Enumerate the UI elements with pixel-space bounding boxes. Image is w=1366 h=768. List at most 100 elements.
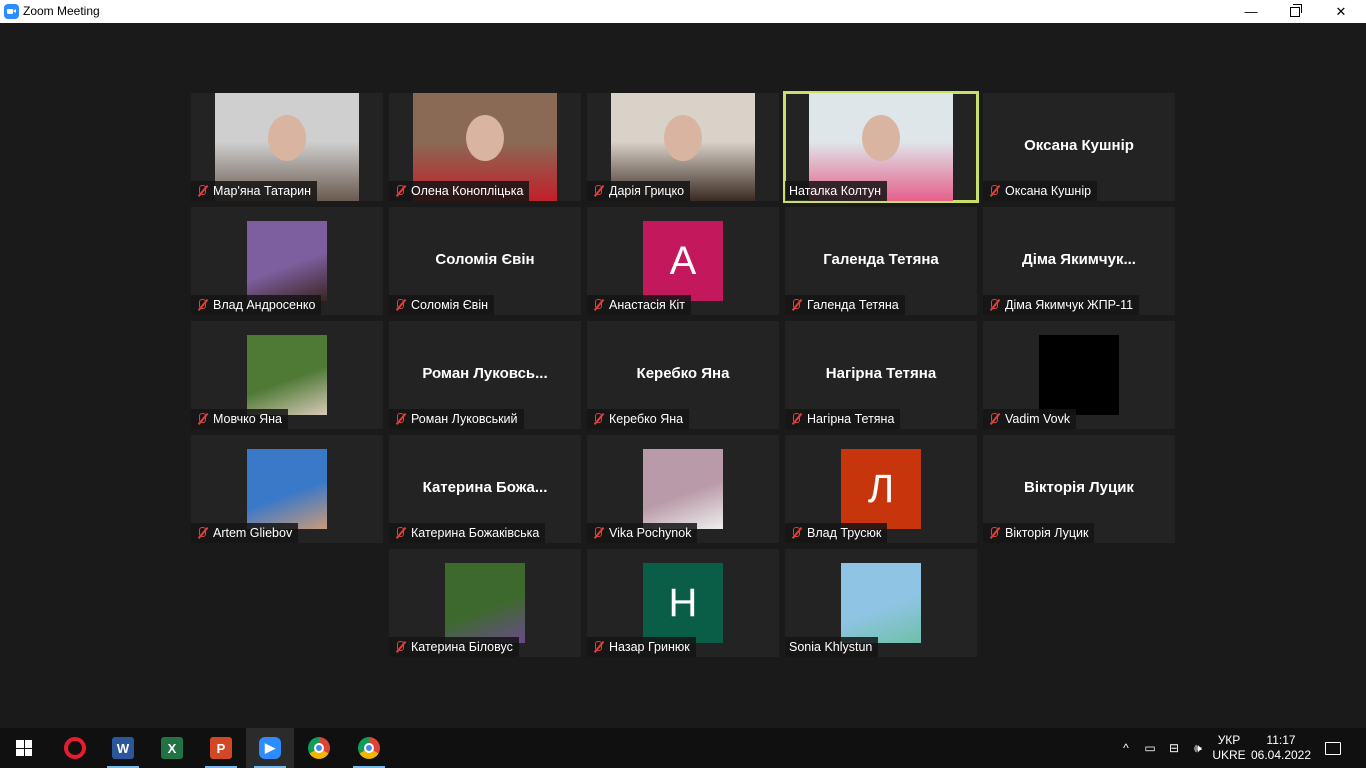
participant-name-label: Дарія Грицко [587, 181, 691, 201]
participant-display-name: Вікторія Луцик [1024, 479, 1134, 496]
participant-display-name: Керебко Яна [636, 365, 730, 382]
muted-mic-icon [591, 526, 605, 540]
participant-name-label: Анастасія Кіт [587, 295, 692, 315]
muted-mic-icon [987, 526, 1001, 540]
participant-name-label: Мар'яна Татарин [191, 181, 318, 201]
gallery-view: Мар'яна Татарин Олена Конопліцька Дарія Гр… [0, 23, 1366, 728]
clock[interactable]: 11:17 06.04.2022 [1250, 728, 1312, 768]
restore-icon [1290, 3, 1302, 17]
title-bar: Zoom Meeting — ✕ [0, 0, 1366, 23]
profile-picture [247, 221, 327, 301]
participant-name-label: Оксана Кушнір [983, 181, 1098, 201]
minimize-button[interactable]: — [1228, 0, 1274, 23]
taskbar-word[interactable]: W [99, 728, 147, 768]
participant-display-name: Оксана Кушнір [1024, 137, 1134, 154]
notifications-button[interactable] [1318, 728, 1348, 768]
show-hidden-icons-button[interactable]: ^ [1115, 728, 1137, 768]
participant-tile[interactable]: Vadim Vovk [983, 321, 1175, 429]
windows-icon [16, 740, 32, 756]
participant-tile[interactable]: A Анастасія Кіт [587, 207, 779, 315]
participant-name: Оксана Кушнір [1005, 184, 1092, 198]
participant-tile[interactable]: Vika Pochynok [587, 435, 779, 543]
start-button[interactable] [0, 728, 48, 768]
participant-tile[interactable]: Олена Конопліцька [389, 93, 581, 201]
zoom-icon: ▶ [259, 737, 281, 759]
participant-tile[interactable]: Л Влад Трусюк [785, 435, 977, 543]
taskbar-chrome[interactable] [295, 728, 343, 768]
muted-mic-icon [789, 298, 803, 312]
participant-display-name: Діма Якимчук... [1022, 251, 1136, 268]
muted-mic-icon [393, 298, 407, 312]
language-short: УКР [1217, 733, 1241, 747]
participant-tile[interactable]: Наталка Колтун [783, 91, 979, 203]
participant-tile[interactable]: Катерина Божа... Катерина Божаківська [389, 435, 581, 543]
participant-name: Vadim Vovk [1005, 412, 1071, 426]
participant-tile[interactable]: Дарія Грицко [587, 93, 779, 201]
participant-name-label: Нагірна Тетяна [785, 409, 901, 429]
participant-tile[interactable]: Sonia Khlystun [785, 549, 977, 657]
muted-mic-icon [393, 526, 407, 540]
participant-name-label: Наталка Колтун [785, 181, 887, 201]
taskbar-excel[interactable]: X [148, 728, 196, 768]
participant-name-label: Катерина Божаківська [389, 523, 546, 543]
participant-name: Галенда Тетяна [807, 298, 899, 312]
taskbar-chrome-profile[interactable] [345, 728, 393, 768]
participant-tile[interactable]: Діма Якимчук... Діма Якимчук ЖПР-11 [983, 207, 1175, 315]
participant-name: Vika Pochynok [609, 526, 692, 540]
participant-tile[interactable]: Мовчко Яна [191, 321, 383, 429]
participant-tile[interactable]: Роман Луковсь... Роман Луковський [389, 321, 581, 429]
initial-avatar: A [643, 221, 723, 301]
participant-tile[interactable]: Н Назар Гринюк [587, 549, 779, 657]
initial-avatar: Л [841, 449, 921, 529]
profile-picture [1039, 335, 1119, 415]
participant-tile[interactable]: Катерина Біловус [389, 549, 581, 657]
clock-time: 11:17 [1266, 733, 1296, 747]
muted-mic-icon [393, 184, 407, 198]
participant-name: Керебко Яна [609, 412, 684, 426]
profile-picture [643, 449, 723, 529]
participant-tile[interactable]: Влад Андросенко [191, 207, 383, 315]
participant-name: Вікторія Луцик [1005, 526, 1089, 540]
taskbar-powerpoint[interactable]: P [197, 728, 245, 768]
participant-tile[interactable]: Нагірна Тетяна Нагірна Тетяна [785, 321, 977, 429]
restore-button[interactable] [1272, 0, 1318, 23]
muted-mic-icon [789, 412, 803, 426]
muted-mic-icon [789, 526, 803, 540]
participant-tile[interactable]: Мар'яна Татарин [191, 93, 383, 201]
network-icon[interactable]: ▭ [1139, 728, 1161, 768]
participant-tile[interactable]: Оксана Кушнір Оксана Кушнір [983, 93, 1175, 201]
participant-name-label: Діма Якимчук ЖПР-11 [983, 295, 1140, 315]
close-button[interactable]: ✕ [1318, 0, 1364, 23]
participant-display-name: Роман Луковсь... [422, 365, 548, 382]
participant-name: Нагірна Тетяна [807, 412, 895, 426]
participant-tile[interactable]: Вікторія Луцик Вікторія Луцик [983, 435, 1175, 543]
participant-tile[interactable]: Керебко Яна Керебко Яна [587, 321, 779, 429]
participant-tile[interactable]: Artem Gliebov [191, 435, 383, 543]
taskbar-opera[interactable] [51, 728, 99, 768]
clock-date: 06.04.2022 [1250, 748, 1312, 762]
participant-name-label: Vadim Vovk [983, 409, 1077, 429]
participant-name-label: Вікторія Луцик [983, 523, 1095, 543]
muted-mic-icon [195, 298, 209, 312]
profile-picture [247, 449, 327, 529]
muted-mic-icon [195, 526, 209, 540]
volume-icon[interactable]: 🕪 [1187, 728, 1209, 768]
notification-icon [1325, 741, 1341, 755]
language-indicator[interactable]: УКР UKRE [1211, 728, 1247, 768]
muted-mic-icon [591, 640, 605, 654]
taskbar-zoom[interactable]: ▶ [246, 728, 294, 768]
participant-name-label: Vika Pochynok [587, 523, 698, 543]
muted-mic-icon [393, 412, 407, 426]
initial-avatar: Н [643, 563, 723, 643]
participant-tile[interactable]: Соломія Євін Соломія Євін [389, 207, 581, 315]
person-silhouette [268, 115, 306, 161]
participant-name: Анастасія Кіт [609, 298, 686, 312]
window-title: Zoom Meeting [23, 4, 100, 18]
taskbar: W X P ▶ ^ ▭ ⊟ 🕪 УКР UKRE 11:17 06.04.2022 [0, 728, 1366, 768]
participant-name-label: Керебко Яна [587, 409, 690, 429]
participant-tile[interactable]: Галенда Тетяна Галенда Тетяна [785, 207, 977, 315]
person-silhouette [466, 115, 504, 161]
participant-display-name: Соломія Євін [435, 251, 535, 268]
connection-icon[interactable]: ⊟ [1163, 728, 1185, 768]
participant-name-label: Влад Трусюк [785, 523, 888, 543]
